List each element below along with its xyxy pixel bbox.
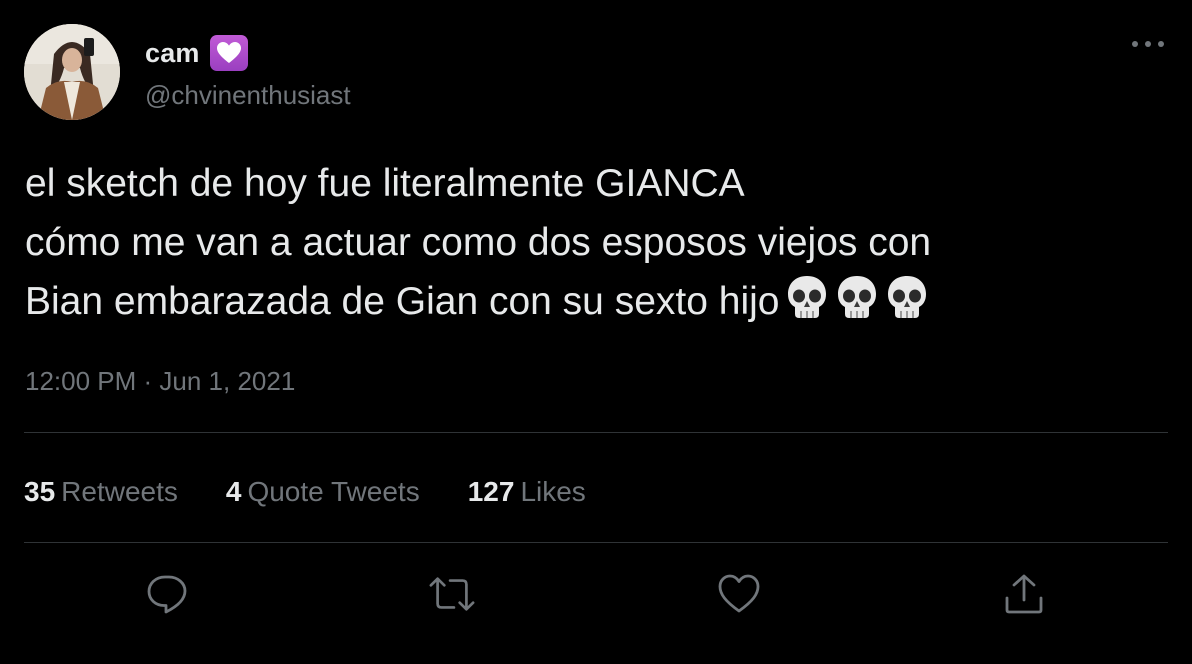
stat-label: Quote Tweets (247, 476, 420, 507)
engagement-stats: 35 Retweets 4 Quote Tweets 127 Likes (24, 474, 634, 510)
stat-label: Retweets (61, 476, 178, 507)
purple-heart-icon (209, 35, 248, 71)
display-name[interactable]: cam (145, 38, 200, 69)
stat-label: Likes (520, 476, 586, 507)
heart-outline-icon[interactable] (715, 570, 763, 618)
share-icon[interactable] (1000, 570, 1048, 618)
stat-count: 127 (467, 476, 515, 507)
tweet-text: el sketch de hoy fue literalmente GIANCA… (25, 154, 1145, 337)
reply-icon[interactable] (143, 570, 191, 618)
stat-count: 35 (24, 476, 56, 507)
divider (24, 542, 1168, 543)
tweet-text-line: el sketch de hoy fue literalmente GIANCA (25, 162, 745, 205)
divider (24, 432, 1168, 433)
quote-tweets-stat[interactable]: 4 Quote Tweets (226, 476, 420, 508)
stat-count: 4 (225, 476, 242, 507)
more-icon[interactable] (1128, 30, 1168, 58)
tweet-text-line: cómo me van a actuar como dos esposos vi… (25, 221, 932, 264)
skull-emoji (885, 274, 929, 337)
tweet-detail: cam @chvinenthusiast el sketch de hoy fu… (0, 0, 1192, 664)
avatar[interactable] (24, 24, 120, 120)
user-handle[interactable]: @chvinenthusiast (145, 80, 351, 111)
likes-stat[interactable]: 127 Likes (468, 476, 586, 508)
tweet-timestamp[interactable]: 12:00 PM · Jun 1, 2021 (25, 366, 295, 397)
tweet-text-line: Bian embarazada de Gian con su sexto hij… (25, 280, 780, 323)
retweet-icon[interactable] (428, 570, 476, 618)
tweet-text-line-3: Bian embarazada de Gian con su sexto hij… (25, 272, 1145, 337)
skull-emoji (835, 274, 879, 337)
skull-emoji (785, 274, 829, 337)
retweets-stat[interactable]: 35 Retweets (24, 476, 178, 508)
display-name-row: cam (145, 34, 248, 72)
